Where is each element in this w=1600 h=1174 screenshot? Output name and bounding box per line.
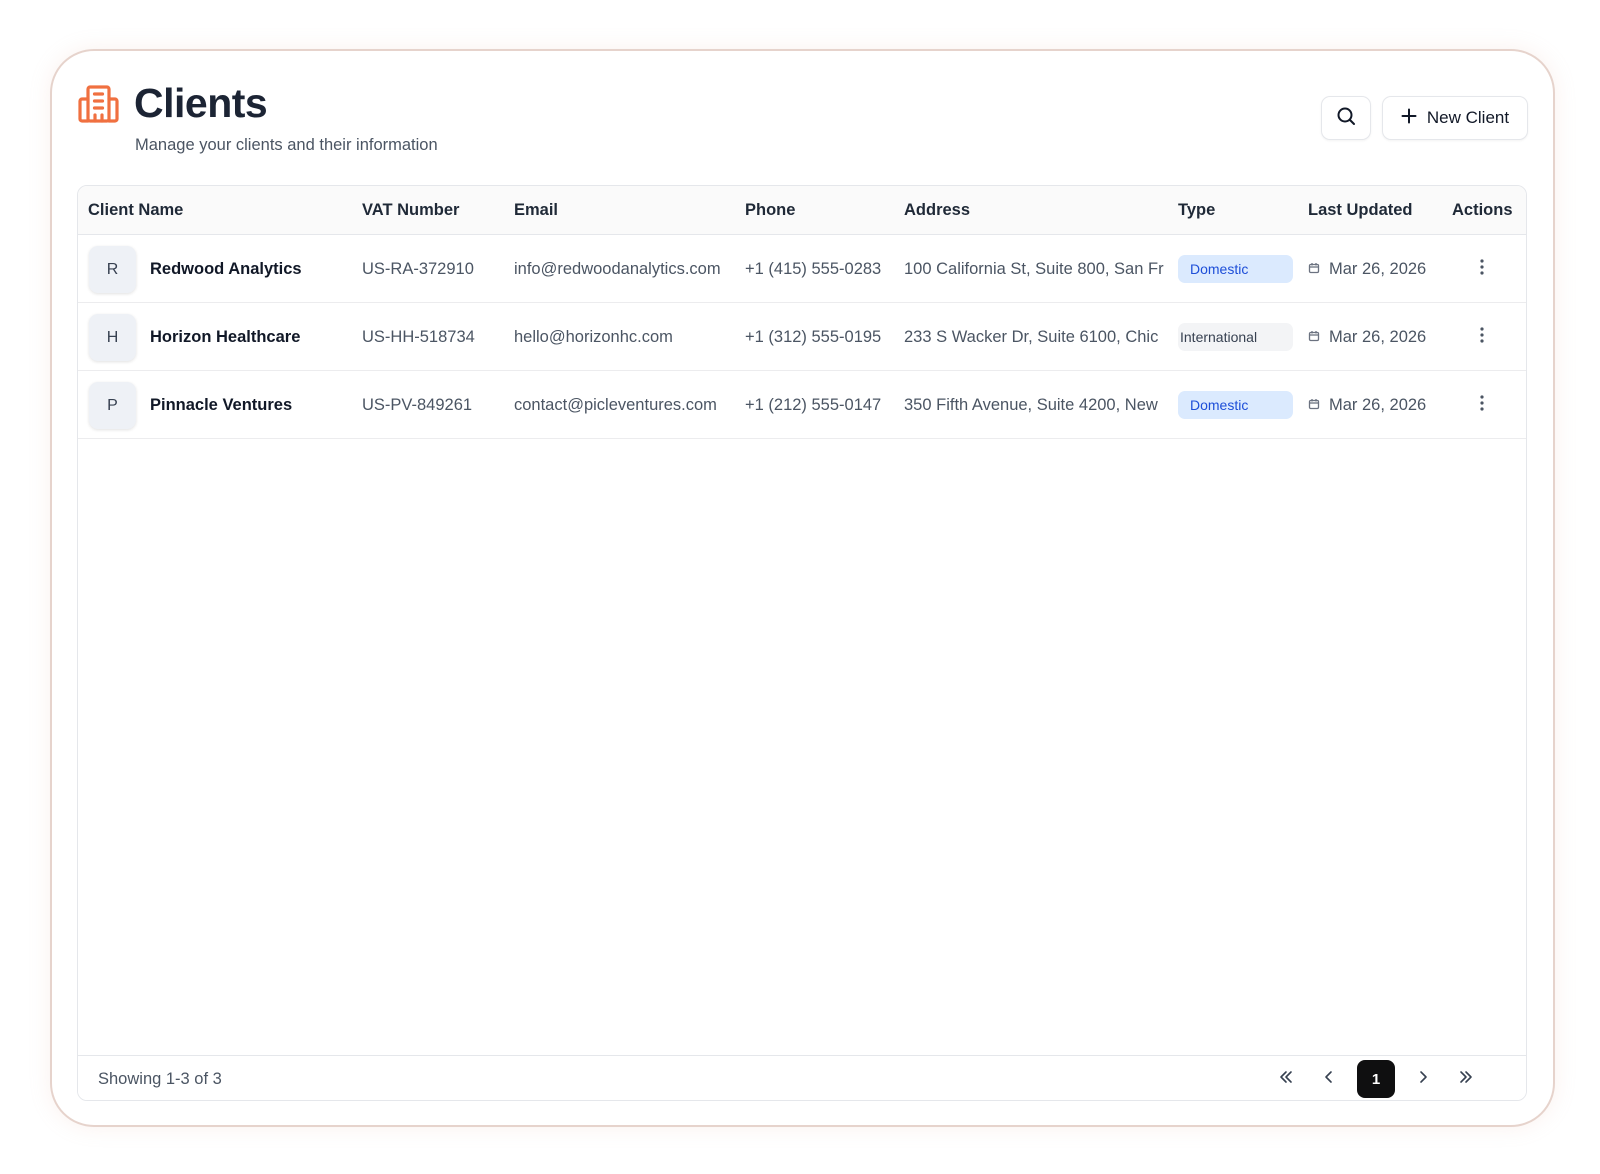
column-header-client-name[interactable]: Client Name [88,186,183,235]
more-vertical-icon [1480,394,1484,416]
client-name[interactable]: Redwood Analytics [150,235,355,303]
page-button-current[interactable]: 1 [1357,1060,1395,1098]
page-title: Clients [134,80,268,126]
chevrons-left-icon [1278,1069,1294,1090]
first-page-button[interactable] [1267,1060,1305,1098]
new-client-label: New Client [1426,108,1510,127]
vat-number: US-RA-372910 [362,260,474,278]
calendar-icon [1308,303,1320,371]
type-badge: Domestic [1178,391,1293,419]
previous-page-button[interactable] [1310,1060,1348,1098]
vat-number: US-HH-518734 [362,328,475,346]
email: info@redwoodanalytics.com [514,260,721,278]
phone: +1 (212) 555-0147 [745,396,882,414]
last-updated-date: Mar 26, 2026 [1329,328,1427,346]
search-icon [1336,106,1356,131]
column-header-last-updated[interactable]: Last Updated [1308,186,1413,235]
address: 233 S Wacker Dr, Suite 6100, Chic [904,328,1159,346]
chevrons-right-icon [1458,1069,1474,1090]
phone: +1 (415) 555-0283 [745,260,882,278]
last-updated: Mar 26, 2026 [1308,371,1448,439]
chevron-right-icon [1415,1069,1431,1090]
email: hello@horizonhc.com [514,328,673,346]
last-updated-date: Mar 26, 2026 [1329,396,1427,414]
next-page-button[interactable] [1404,1060,1442,1098]
type-badge: International [1178,323,1293,351]
column-header-vat-number[interactable]: VAT Number [362,186,459,235]
column-header-actions: Actions [1452,201,1513,219]
more-vertical-icon [1480,258,1484,280]
column-header-phone[interactable]: Phone [745,186,795,235]
email: contact@picleventures.com [514,396,717,414]
clients-table: Client Name VAT Number Email Phone Addre… [77,185,1527,1101]
row-actions-button[interactable] [1472,394,1492,416]
building-icon [78,84,120,124]
calendar-icon [1308,235,1320,303]
showing-count: Showing 1-3 of 3 [98,1070,222,1088]
table-row[interactable]: H Horizon Healthcare US-HH-518734 hello@… [78,303,1526,371]
address: 350 Fifth Avenue, Suite 4200, New [904,396,1158,414]
more-vertical-icon [1480,326,1484,348]
table-row[interactable]: P Pinnacle Ventures US-PV-849261 contact… [78,371,1526,439]
avatar: P [89,382,136,429]
avatar: H [89,314,136,361]
address: 100 California St, Suite 800, San Fr [904,260,1164,278]
page-subtitle: Manage your clients and their informatio… [135,136,438,154]
table-row[interactable]: R Redwood Analytics US-RA-372910 info@re… [78,235,1526,303]
new-client-button[interactable]: New Client [1382,96,1528,140]
plus-icon [1401,108,1417,129]
client-name[interactable]: Pinnacle Ventures [150,371,355,439]
table-footer: Showing 1-3 of 3 1 [78,1055,1526,1100]
row-actions-button[interactable] [1472,326,1492,348]
avatar: R [89,246,136,293]
phone: +1 (312) 555-0195 [745,328,882,346]
last-updated: Mar 26, 2026 [1308,303,1448,371]
type-badge: Domestic [1178,255,1293,283]
table-header: Client Name VAT Number Email Phone Addre… [78,186,1526,235]
last-updated: Mar 26, 2026 [1308,235,1448,303]
column-header-type[interactable]: Type [1178,186,1215,235]
row-actions-button[interactable] [1472,258,1492,280]
last-page-button[interactable] [1447,1060,1485,1098]
vat-number: US-PV-849261 [362,396,473,414]
last-updated-date: Mar 26, 2026 [1329,260,1427,278]
chevron-left-icon [1321,1069,1337,1090]
column-header-address[interactable]: Address [904,186,970,235]
column-header-email[interactable]: Email [514,186,558,235]
client-name[interactable]: Horizon Healthcare [150,303,355,371]
search-button[interactable] [1321,96,1371,140]
calendar-icon [1308,371,1320,439]
